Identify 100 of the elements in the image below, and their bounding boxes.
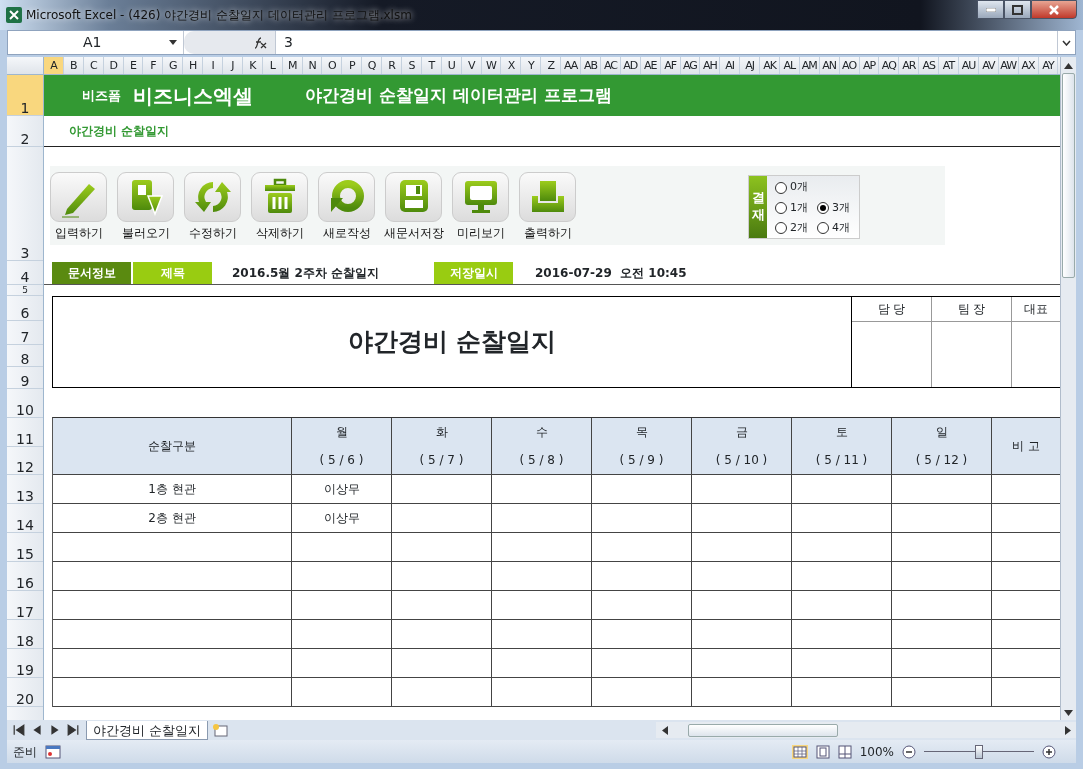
column-header[interactable]: AM xyxy=(799,57,820,74)
radio-option[interactable]: 0개 xyxy=(775,178,859,197)
sheet-tab[interactable]: 야간경비 순찰일지 xyxy=(86,720,209,740)
row-header[interactable]: 15 xyxy=(7,533,43,562)
row-header[interactable]: 16 xyxy=(7,562,43,591)
page-break-view-icon[interactable] xyxy=(837,744,852,759)
column-header[interactable]: W xyxy=(481,57,502,74)
column-header[interactable]: AB xyxy=(581,57,601,74)
column-header[interactable]: U xyxy=(441,57,462,74)
column-header[interactable]: T xyxy=(421,57,442,74)
column-header[interactable]: AV xyxy=(978,57,999,74)
column-header[interactable]: O xyxy=(322,57,343,74)
next-sheet-icon[interactable] xyxy=(49,724,61,736)
previous-sheet-icon[interactable] xyxy=(31,724,43,736)
row-header[interactable]: 14 xyxy=(7,504,43,533)
column-header[interactable]: Q xyxy=(362,57,383,74)
column-header[interactable]: AT xyxy=(939,57,959,74)
column-header[interactable]: AS xyxy=(919,57,940,74)
radio-option[interactable]: 1개 xyxy=(775,198,817,218)
scroll-left-icon[interactable] xyxy=(662,725,668,735)
column-header[interactable]: S xyxy=(402,57,422,74)
radio-button[interactable] xyxy=(817,201,829,214)
column-header[interactable]: AN xyxy=(819,57,840,74)
maximize-button[interactable] xyxy=(1004,0,1031,19)
row-header[interactable]: 20 xyxy=(7,678,43,707)
column-header[interactable]: K xyxy=(242,57,263,74)
column-header[interactable]: C xyxy=(83,57,104,74)
column-header[interactable]: A xyxy=(44,57,64,74)
column-header[interactable]: AY xyxy=(1038,57,1059,74)
row-header[interactable]: 4 xyxy=(7,261,43,285)
radio-option[interactable]: 4개 xyxy=(817,218,859,238)
column-header[interactable]: AF xyxy=(660,57,681,74)
column-header[interactable]: AO xyxy=(839,57,860,74)
column-header[interactable]: M xyxy=(282,57,303,74)
column-header[interactable]: P xyxy=(342,57,363,74)
column-header[interactable]: I xyxy=(203,57,223,74)
radio-option[interactable]: 3개 xyxy=(817,198,859,218)
scroll-thumb[interactable] xyxy=(688,723,838,737)
row-header[interactable]: 8 xyxy=(7,345,43,367)
column-header[interactable]: AA xyxy=(561,57,582,74)
row-header[interactable]: 1 xyxy=(7,75,43,116)
column-header[interactable]: AJ xyxy=(740,57,761,74)
row-header[interactable]: 11 xyxy=(7,418,43,447)
column-header[interactable]: AQ xyxy=(879,57,900,74)
column-header[interactable]: R xyxy=(382,57,403,74)
radio-button[interactable] xyxy=(775,181,787,194)
column-header[interactable]: X xyxy=(501,57,522,74)
column-header[interactable]: AK xyxy=(760,57,780,74)
row-header[interactable]: 19 xyxy=(7,649,43,678)
column-header[interactable]: N xyxy=(302,57,323,74)
close-button[interactable] xyxy=(1031,0,1077,19)
normal-view-icon[interactable] xyxy=(791,744,808,759)
radio-button[interactable] xyxy=(775,222,787,235)
row-header[interactable]: 6 xyxy=(7,296,43,321)
vertical-scrollbar[interactable] xyxy=(1060,57,1076,720)
column-header[interactable]: H xyxy=(183,57,204,74)
scroll-down-icon[interactable] xyxy=(1064,710,1073,716)
zoom-slider-thumb[interactable] xyxy=(975,744,983,759)
scroll-up-icon[interactable] xyxy=(1064,63,1073,69)
radio-button[interactable] xyxy=(817,222,829,235)
column-header[interactable]: Z xyxy=(541,57,562,74)
column-header[interactable]: AL xyxy=(779,57,800,74)
column-header[interactable]: AR xyxy=(899,57,920,74)
zoom-out-icon[interactable] xyxy=(902,744,916,759)
column-header[interactable]: B xyxy=(63,57,84,74)
zoom-slider[interactable] xyxy=(924,744,1034,759)
first-sheet-icon[interactable] xyxy=(13,724,25,736)
row-header[interactable]: 10 xyxy=(7,389,43,418)
horizontal-scrollbar[interactable] xyxy=(656,722,1076,738)
scroll-thumb[interactable] xyxy=(1062,73,1075,278)
column-header[interactable]: AU xyxy=(958,57,979,74)
column-header[interactable]: AG xyxy=(680,57,701,74)
column-header[interactable]: AE xyxy=(640,57,661,74)
minimize-button[interactable] xyxy=(977,0,1004,19)
column-header[interactable]: G xyxy=(163,57,184,74)
row-header[interactable]: 18 xyxy=(7,620,43,649)
column-header[interactable]: L xyxy=(262,57,283,74)
column-header[interactable]: Y xyxy=(521,57,542,74)
row-header[interactable]: 3 xyxy=(7,147,43,261)
column-header[interactable]: AX xyxy=(1018,57,1039,74)
radio-button[interactable] xyxy=(775,201,787,214)
macro-record-icon[interactable] xyxy=(45,744,61,759)
column-header[interactable]: F xyxy=(143,57,164,74)
column-header[interactable]: D xyxy=(103,57,124,74)
column-header[interactable]: AI xyxy=(720,57,741,74)
page-layout-view-icon[interactable] xyxy=(815,744,830,759)
column-header[interactable]: AW xyxy=(998,57,1019,74)
column-header[interactable]: AH xyxy=(700,57,721,74)
column-header[interactable]: AC xyxy=(600,57,621,74)
row-header[interactable]: 2 xyxy=(7,116,43,147)
column-header[interactable]: E xyxy=(123,57,144,74)
row-header[interactable]: 9 xyxy=(7,367,43,389)
column-header[interactable]: V xyxy=(461,57,482,74)
radio-option[interactable]: 2개 xyxy=(775,218,817,238)
row-header[interactable]: 5 xyxy=(7,285,43,296)
column-header[interactable]: AD xyxy=(620,57,641,74)
column-header[interactable]: J xyxy=(223,57,243,74)
column-header[interactable]: AP xyxy=(859,57,880,74)
zoom-in-icon[interactable] xyxy=(1042,744,1056,759)
row-header[interactable]: 17 xyxy=(7,591,43,620)
